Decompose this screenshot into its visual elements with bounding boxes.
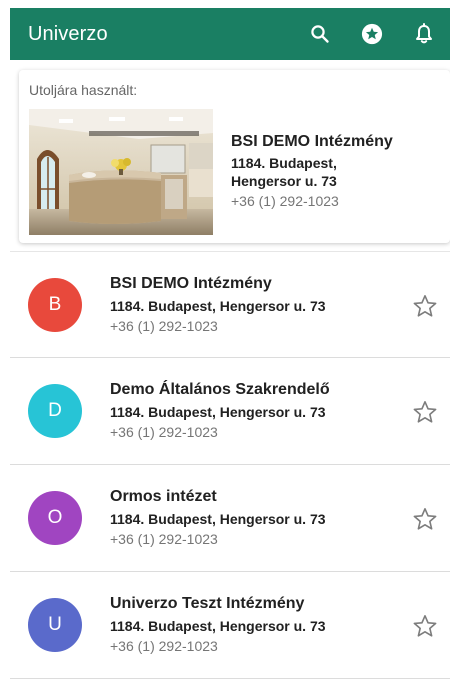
recently-used-card[interactable]: Utoljára használt: BSI DEMO Intézmény 11… xyxy=(19,70,450,243)
app-bar: Univerzo xyxy=(10,8,450,60)
institution-name: Ormos intézet xyxy=(110,488,217,505)
favorite-star-button[interactable] xyxy=(412,613,438,639)
recent-institution-address: 1184. Budapest, Hengersor u. 73 xyxy=(231,154,441,190)
avatar: B xyxy=(28,278,82,332)
institution-name: Univerzo Teszt Intézmény xyxy=(110,595,305,612)
institution-photo xyxy=(29,109,213,235)
recent-institution-phone: +36 (1) 292-1023 xyxy=(231,193,339,209)
list-item[interactable]: O Ormos intézet 1184. Budapest, Hengerso… xyxy=(10,465,450,572)
recently-used-label: Utoljára használt: xyxy=(29,82,138,98)
institution-address: 1184. Budapest, Hengersor u. 73 xyxy=(110,298,326,314)
institution-address: 1184. Budapest, Hengersor u. 73 xyxy=(110,618,326,634)
notifications-button[interactable] xyxy=(398,8,450,60)
avatar: O xyxy=(28,491,82,545)
institution-phone: +36 (1) 292-1023 xyxy=(110,638,218,654)
recent-institution-info: BSI DEMO Intézmény 1184. Budapest, Henge… xyxy=(231,132,441,210)
avatar: D xyxy=(28,384,82,438)
institution-phone: +36 (1) 292-1023 xyxy=(110,424,218,440)
list-item[interactable]: D Demo Általános Szakrendelő 1184. Budap… xyxy=(10,358,450,465)
favorites-button[interactable] xyxy=(346,8,398,60)
recent-institution-name: BSI DEMO Intézmény xyxy=(231,133,393,150)
app-title: Univerzo xyxy=(28,22,108,45)
star-outline-icon xyxy=(413,508,437,530)
institution-list: B BSI DEMO Intézmény 1184. Budapest, Hen… xyxy=(10,251,450,679)
recent-address-line1: 1184. Budapest, xyxy=(231,155,337,171)
institution-address: 1184. Budapest, Hengersor u. 73 xyxy=(110,404,326,420)
search-button[interactable] xyxy=(294,8,346,60)
institution-name: Demo Általános Szakrendelő xyxy=(110,381,330,398)
avatar: U xyxy=(28,598,82,652)
favorite-star-button[interactable] xyxy=(412,506,438,532)
list-item[interactable]: U Univerzo Teszt Intézmény 1184. Budapes… xyxy=(10,572,450,679)
list-item[interactable]: B BSI DEMO Intézmény 1184. Budapest, Hen… xyxy=(10,251,450,358)
institution-phone: +36 (1) 292-1023 xyxy=(110,318,218,334)
appbar-actions xyxy=(294,8,450,60)
star-outline-icon xyxy=(413,295,437,317)
bell-icon xyxy=(416,23,432,44)
institution-address: 1184. Budapest, Hengersor u. 73 xyxy=(110,511,326,527)
institution-name: BSI DEMO Intézmény xyxy=(110,275,272,292)
star-outline-icon xyxy=(413,615,437,637)
search-icon xyxy=(311,25,329,43)
favorite-star-button[interactable] xyxy=(412,399,438,425)
star-outline-icon xyxy=(413,401,437,423)
recent-address-line2: Hengersor u. 73 xyxy=(231,173,337,189)
star-circle-icon xyxy=(361,23,383,45)
institution-phone: +36 (1) 292-1023 xyxy=(110,531,218,547)
favorite-star-button[interactable] xyxy=(412,293,438,319)
